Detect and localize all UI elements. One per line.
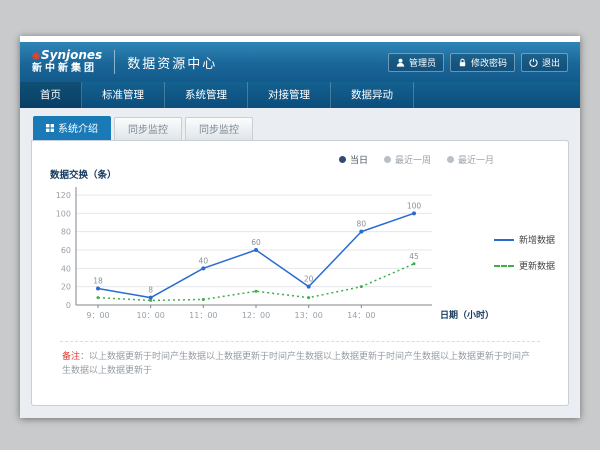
tab-label: 同步监控: [128, 121, 168, 136]
tab-sync-monitor-1[interactable]: 同步监控: [114, 117, 182, 140]
range-filter-legend: 当日 最近一周 最近一月: [42, 147, 558, 166]
chart-row: 0 20 40 60 80 100 120 9：00 10：00 11：00 12：00 13：00 1…: [42, 181, 558, 331]
main-nav: 首页 标准管理 系统管理 对接管理 数据异动: [20, 82, 580, 108]
legend-label: 当日: [350, 153, 368, 166]
svg-text:40: 40: [199, 256, 209, 265]
logout-label: 退出: [542, 56, 560, 69]
app-window: Synjones 新中新集团 数据资源中心 管理员 修改密码 退出 首页 标准管…: [20, 36, 580, 418]
tab-system-intro[interactable]: 系统介绍: [33, 116, 111, 140]
logo-subtext: 新中新集团: [32, 63, 102, 75]
footnote-text: ：以上数据更新于时间产生数据以上数据更新于时间产生数据以上数据更新于时间产生数据…: [62, 352, 530, 376]
series-label: 更新数据: [519, 259, 555, 272]
y-axis-title: 数据交换（条）: [50, 167, 558, 181]
dot-icon: [339, 156, 346, 163]
dot-icon: [447, 156, 454, 163]
chart-card: 当日 最近一周 最近一月 数据交换（条） 0 20 40 60 80 100 120 9：00…: [31, 140, 569, 406]
svg-text:20: 20: [61, 283, 71, 292]
series-legend-new-data[interactable]: 新增数据: [494, 233, 555, 246]
svg-text:0: 0: [66, 301, 71, 310]
svg-text:100: 100: [56, 209, 71, 218]
svg-text:9：00: 9：00: [86, 311, 109, 320]
svg-text:80: 80: [61, 228, 71, 237]
svg-text:8: 8: [148, 286, 153, 295]
dot-icon: [384, 156, 391, 163]
series-legend: 新增数据 更新数据: [494, 233, 555, 272]
legend-label: 最近一周: [395, 153, 431, 166]
svg-text:100: 100: [407, 201, 422, 210]
nav-item-data-change[interactable]: 数据异动: [331, 82, 414, 108]
svg-text:45: 45: [409, 252, 419, 261]
legend-item-today[interactable]: 当日: [339, 153, 368, 166]
app-header: Synjones 新中新集团 数据资源中心 管理员 修改密码 退出: [20, 42, 580, 82]
tab-label: 系统介绍: [58, 120, 98, 135]
series-legend-update-data[interactable]: 更新数据: [494, 259, 555, 272]
tabs-row: 系统介绍 同步监控 同步监控: [33, 120, 569, 140]
logo-text: Synjones: [41, 49, 102, 63]
svg-text:14：00: 14：00: [347, 311, 375, 320]
legend-item-last-month[interactable]: 最近一月: [447, 153, 494, 166]
green-dashed-line-icon: [494, 265, 514, 267]
nav-item-home[interactable]: 首页: [20, 82, 82, 108]
blue-line-icon: [494, 239, 514, 241]
svg-text:11：00: 11：00: [189, 311, 217, 320]
grid-icon: [46, 124, 54, 132]
company-logo: Synjones 新中新集团: [32, 49, 102, 74]
change-password-button[interactable]: 修改密码: [450, 53, 515, 72]
svg-text:120: 120: [56, 191, 71, 200]
nav-item-connect-mgmt[interactable]: 对接管理: [248, 82, 331, 108]
svg-text:日期（小时）: 日期（小时）: [440, 309, 494, 321]
svg-text:80: 80: [357, 220, 367, 229]
svg-text:12：00: 12：00: [242, 311, 270, 320]
svg-text:60: 60: [251, 238, 261, 247]
svg-text:60: 60: [61, 246, 71, 255]
nav-item-standard-mgmt[interactable]: 标准管理: [82, 82, 165, 108]
legend-item-last-week[interactable]: 最近一周: [384, 153, 431, 166]
app-title: 数据资源中心: [127, 53, 217, 72]
svg-text:18: 18: [93, 277, 103, 286]
logo-wordmark: Synjones: [32, 49, 102, 63]
svg-text:40: 40: [61, 264, 71, 273]
svg-text:20: 20: [304, 275, 314, 284]
admin-user-button[interactable]: 管理员: [388, 53, 444, 72]
svg-text:10：00: 10：00: [136, 311, 164, 320]
lock-icon: [458, 58, 467, 67]
series-label: 新增数据: [519, 233, 555, 246]
logout-button[interactable]: 退出: [521, 53, 568, 72]
footnote-label: 备注: [62, 352, 80, 362]
power-icon: [529, 58, 538, 67]
tab-sync-monitor-2[interactable]: 同步监控: [185, 117, 253, 140]
legend-label: 最近一月: [458, 153, 494, 166]
line-chart: 0 20 40 60 80 100 120 9：00 10：00 11：00 12：00 13：00 1…: [42, 181, 494, 331]
content-area: 系统介绍 同步监控 同步监控 当日 最近一周: [20, 108, 580, 418]
logo-star-icon: [32, 52, 40, 60]
tab-label: 同步监控: [199, 121, 239, 136]
footnote: 备注：以上数据更新于时间产生数据以上数据更新于时间产生数据以上数据更新于时间产生…: [42, 342, 558, 378]
nav-item-system-mgmt[interactable]: 系统管理: [165, 82, 248, 108]
admin-user-label: 管理员: [409, 56, 436, 69]
svg-text:13：00: 13：00: [294, 311, 322, 320]
user-icon: [396, 58, 405, 67]
header-actions: 管理员 修改密码 退出: [388, 53, 568, 72]
header-divider: [114, 50, 115, 74]
change-password-label: 修改密码: [471, 56, 507, 69]
